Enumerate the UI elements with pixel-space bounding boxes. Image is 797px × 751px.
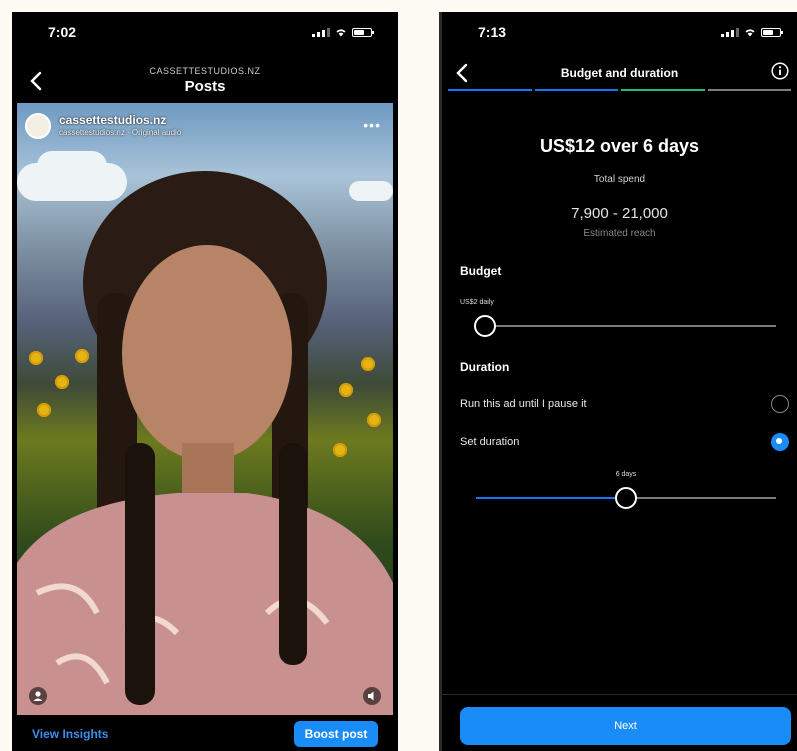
- estimated-reach-value: 7,900 - 21,000: [571, 205, 668, 222]
- duration-slider[interactable]: [476, 487, 776, 509]
- post-video[interactable]: cassettestudios.nz cassettestudios.nz · …: [17, 103, 393, 715]
- sound-icon[interactable]: [363, 687, 381, 705]
- post-username[interactable]: cassettestudios.nz: [59, 113, 166, 127]
- duration-value: 6 days: [615, 471, 637, 478]
- progress-steps: [448, 89, 791, 91]
- estimated-reach-label: Estimated reach: [583, 228, 656, 239]
- post-audio[interactable]: cassettestudios.nz · Original audio: [59, 128, 181, 137]
- avatar[interactable]: [25, 113, 51, 139]
- info-icon[interactable]: [771, 62, 789, 80]
- wifi-icon: [336, 29, 346, 37]
- status-time: 7:02: [48, 24, 77, 40]
- signal-icon: [312, 27, 330, 37]
- posts-header: CASSETTESTUDIOS.NZ Posts: [12, 60, 398, 102]
- wifi-icon: [745, 29, 755, 37]
- user-tag-icon[interactable]: [29, 687, 47, 705]
- progress-step: [448, 89, 532, 91]
- status-icons: [721, 27, 783, 37]
- budget-header: Budget and duration: [442, 58, 797, 90]
- budget-slider-knob[interactable]: [474, 315, 496, 337]
- budget-slider[interactable]: [474, 315, 776, 337]
- status-bar: 7:02: [12, 12, 398, 54]
- budget-duration-screen: 7:13 Budget and duration US$12 over 6 da…: [439, 12, 797, 751]
- footer-divider: [442, 694, 797, 695]
- next-button[interactable]: Next: [460, 707, 791, 745]
- status-icons: [312, 27, 374, 37]
- status-time: 7:13: [478, 24, 507, 40]
- option-set-duration[interactable]: Set duration: [460, 436, 519, 448]
- option-run-until-paused[interactable]: Run this ad until I pause it: [460, 398, 587, 410]
- budget-heading: Budget: [460, 264, 502, 278]
- view-insights-link[interactable]: View Insights: [32, 727, 108, 741]
- radio-set-duration[interactable]: [771, 433, 789, 451]
- battery-icon: [761, 27, 783, 37]
- page-title: Budget and duration: [560, 66, 679, 80]
- total-spend-label: Total spend: [593, 174, 646, 185]
- page-title: Posts: [184, 78, 226, 95]
- budget-value: US$2 daily: [460, 299, 494, 306]
- duration-slider-knob[interactable]: [615, 487, 637, 509]
- signal-icon: [721, 27, 739, 37]
- progress-step: [621, 89, 705, 91]
- account-name: CASSETTESTUDIOS.NZ: [149, 66, 261, 76]
- duration-slider-fill: [476, 497, 626, 499]
- person-photo: [17, 171, 393, 715]
- progress-step: [707, 89, 791, 91]
- post-header: cassettestudios.nz cassettestudios.nz · …: [25, 111, 385, 141]
- boost-post-button[interactable]: Boost post: [294, 721, 378, 747]
- status-bar: 7:13: [442, 12, 797, 54]
- more-icon[interactable]: •••: [363, 117, 381, 133]
- posts-screen: 7:02 CASSETTESTUDIOS.NZ Posts cassettest…: [12, 12, 398, 751]
- battery-icon: [352, 27, 374, 37]
- total-amount: US$12 over 6 days: [539, 136, 700, 156]
- progress-step: [534, 89, 618, 91]
- radio-run-until-paused[interactable]: [771, 395, 789, 413]
- duration-heading: Duration: [460, 360, 510, 374]
